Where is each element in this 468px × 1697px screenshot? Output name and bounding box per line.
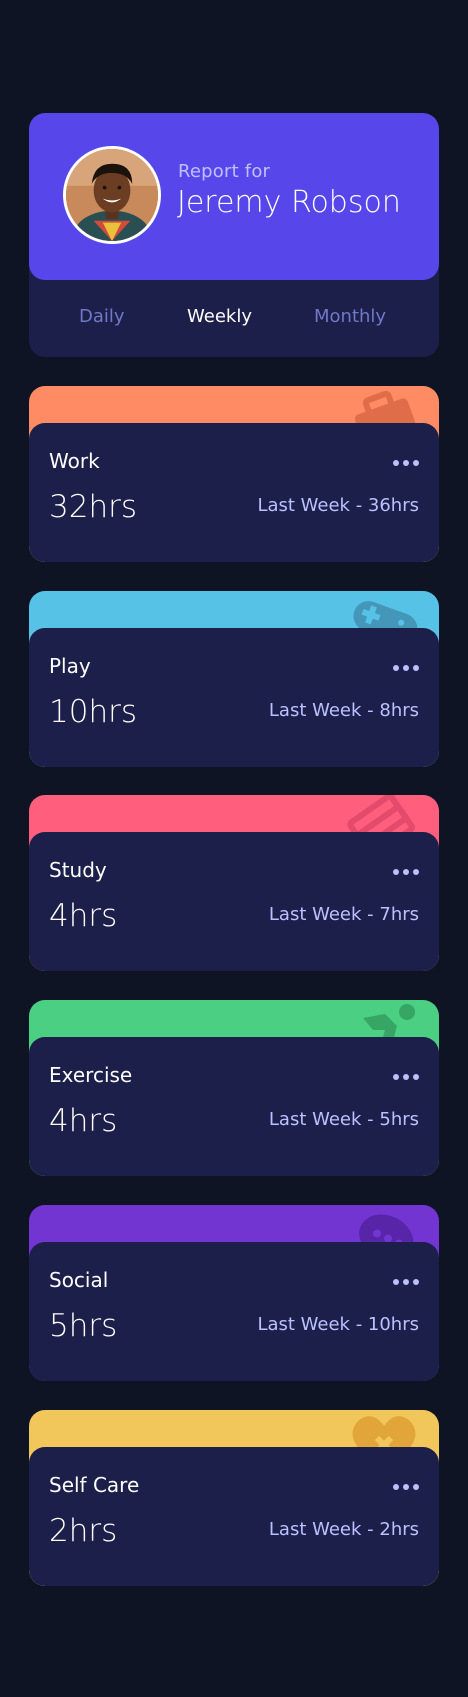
activity-card-self-care: Self Care 2hrs Last Week - 2hrs	[29, 1410, 439, 1586]
tab-monthly[interactable]: Monthly	[314, 306, 386, 327]
activity-card-work: Work 32hrs Last Week - 36hrs	[29, 386, 439, 562]
activity-title: Social	[49, 1268, 109, 1292]
activity-current-hours: 32hrs	[49, 489, 137, 525]
ellipsis-icon[interactable]	[392, 664, 420, 672]
activity-card-study: Study 4hrs Last Week - 7hrs	[29, 795, 439, 971]
activity-previous-hours: Last Week - 7hrs	[268, 904, 419, 925]
ellipsis-icon[interactable]	[392, 1278, 420, 1286]
activity-current-hours: 4hrs	[49, 898, 118, 934]
activity-title: Exercise	[49, 1063, 133, 1087]
profile-header: Report for Jeremy Robson	[29, 113, 439, 280]
ellipsis-icon[interactable]	[392, 868, 420, 876]
user-avatar-icon	[66, 149, 158, 241]
tab-daily[interactable]: Daily	[79, 306, 125, 327]
activity-previous-hours: Last Week - 36hrs	[257, 495, 419, 516]
activity-body[interactable]: Self Care 2hrs Last Week - 2hrs	[29, 1447, 439, 1586]
activity-previous-hours: Last Week - 2hrs	[268, 1519, 419, 1540]
activity-title: Work	[49, 449, 100, 473]
activity-previous-hours: Last Week - 5hrs	[268, 1109, 419, 1130]
activity-body[interactable]: Play 10hrs Last Week - 8hrs	[29, 628, 439, 767]
activity-title: Self Care	[49, 1473, 140, 1497]
activity-body[interactable]: Exercise 4hrs Last Week - 5hrs	[29, 1037, 439, 1176]
ellipsis-icon[interactable]	[392, 1483, 420, 1491]
activity-card-exercise: Exercise 4hrs Last Week - 5hrs	[29, 1000, 439, 1176]
report-for-label: Report for	[178, 161, 271, 182]
activity-previous-hours: Last Week - 10hrs	[257, 1314, 419, 1335]
activity-body[interactable]: Work 32hrs Last Week - 36hrs	[29, 423, 439, 562]
activity-body[interactable]: Study 4hrs Last Week - 7hrs	[29, 832, 439, 971]
period-tabs: Daily Weekly Monthly	[29, 280, 439, 357]
activity-current-hours: 2hrs	[49, 1513, 118, 1549]
activity-card-social: Social 5hrs Last Week - 10hrs	[29, 1205, 439, 1381]
activity-current-hours: 10hrs	[49, 694, 137, 730]
user-name: Jeremy Robson	[177, 185, 401, 220]
activity-current-hours: 4hrs	[49, 1103, 118, 1139]
activity-previous-hours: Last Week - 8hrs	[268, 700, 419, 721]
profile-card: Report for Jeremy Robson Daily Weekly Mo…	[29, 113, 439, 357]
activity-title: Play	[49, 654, 91, 678]
avatar	[63, 146, 161, 244]
tab-weekly[interactable]: Weekly	[187, 306, 252, 327]
ellipsis-icon[interactable]	[392, 1073, 420, 1081]
ellipsis-icon[interactable]	[392, 459, 420, 467]
activity-title: Study	[49, 858, 107, 882]
activity-current-hours: 5hrs	[49, 1308, 118, 1344]
activity-card-play: Play 10hrs Last Week - 8hrs	[29, 591, 439, 767]
activity-body[interactable]: Social 5hrs Last Week - 10hrs	[29, 1242, 439, 1381]
